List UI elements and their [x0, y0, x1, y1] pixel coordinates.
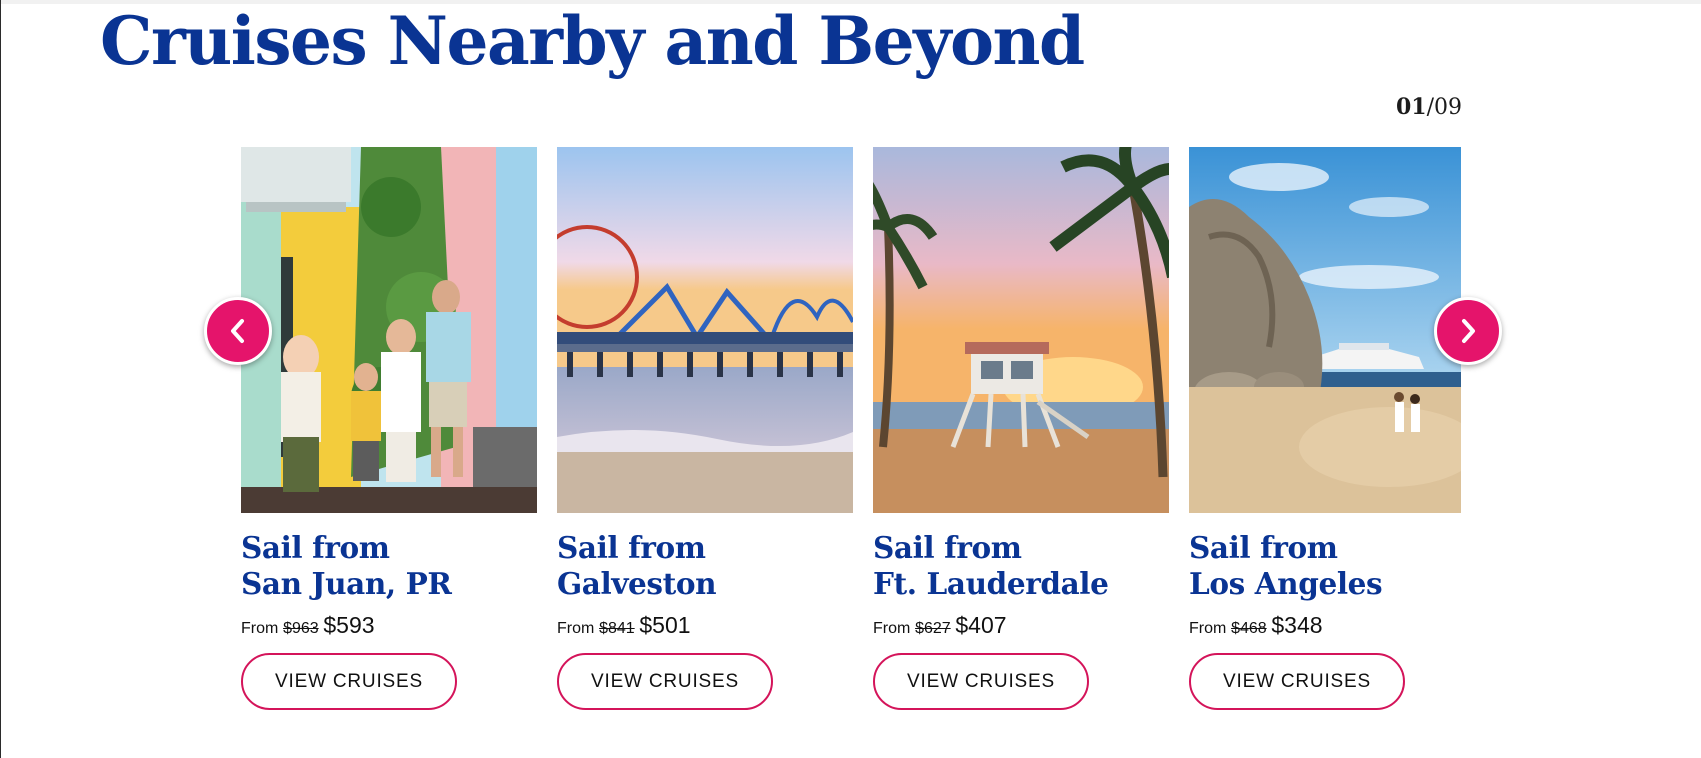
slide-counter-total: 09 [1434, 95, 1463, 120]
carousel-prev-button[interactable] [204, 297, 272, 365]
card-title-line1: Sail from [557, 530, 706, 565]
price-line: From $627 $407 [873, 612, 1169, 639]
view-cruises-button[interactable]: VIEW CRUISES [241, 653, 457, 710]
card-image-ft-lauderdale [873, 147, 1169, 513]
lifeguard-tower-sunset-photo[interactable] [873, 147, 1169, 513]
view-cruises-button[interactable]: VIEW CRUISES [873, 653, 1089, 710]
slide-counter: 01/09 [1396, 94, 1462, 120]
left-border [0, 0, 1, 758]
old-price: $627 [915, 620, 951, 637]
old-price: $963 [283, 620, 319, 637]
price-from-label: From [1189, 620, 1227, 637]
beach-rock-cruise-ship-photo[interactable] [1189, 147, 1461, 513]
card-title-line2: Ft. Lauderdale [873, 566, 1109, 601]
chevron-right-icon [1462, 319, 1475, 343]
card-title-line2: San Juan, PR [241, 566, 452, 601]
price-from-label: From [557, 620, 595, 637]
price-line: From $963 $593 [241, 612, 537, 639]
price-line: From $841 $501 [557, 612, 853, 639]
destination-card: Sail from Galveston From $841 $501 VIEW … [557, 147, 853, 710]
view-cruises-button[interactable]: VIEW CRUISES [557, 653, 773, 710]
destination-card: Sail from Ft. Lauderdale From $627 $407 … [873, 147, 1169, 710]
card-title: Sail from Ft. Lauderdale [873, 530, 1169, 602]
price-from-label: From [873, 620, 911, 637]
card-image-los-angeles [1189, 147, 1461, 513]
card-title-line1: Sail from [241, 530, 390, 565]
view-cruises-button[interactable]: VIEW CRUISES [1189, 653, 1405, 710]
page-title: Cruises Nearby and Beyond [100, 2, 1085, 80]
slide-counter-separator: / [1426, 95, 1435, 120]
destination-card: Sail from San Juan, PR From $963 $593 VI… [241, 147, 537, 710]
price-from-label: From [241, 620, 279, 637]
sale-price: $593 [323, 612, 375, 638]
slide-counter-current: 01 [1396, 94, 1427, 120]
card-title: Sail from Los Angeles [1189, 530, 1461, 602]
old-price: $841 [599, 620, 635, 637]
card-title-line2: Galveston [557, 566, 717, 601]
card-title-line1: Sail from [1189, 530, 1338, 565]
chevron-left-icon [231, 319, 244, 343]
old-price: $468 [1231, 620, 1267, 637]
card-image-san-juan [241, 147, 537, 513]
sale-price: $501 [639, 612, 691, 638]
sale-price: $348 [1271, 612, 1323, 638]
card-title-line1: Sail from [873, 530, 1022, 565]
price-line: From $468 $348 [1189, 612, 1461, 639]
destination-card: Sail from Los Angeles From $468 $348 VIE… [1189, 147, 1461, 710]
card-title-line2: Los Angeles [1189, 566, 1383, 601]
pier-amusement-park-photo[interactable] [557, 147, 853, 513]
card-title: Sail from Galveston [557, 530, 853, 602]
card-image-galveston [557, 147, 853, 513]
card-title: Sail from San Juan, PR [241, 530, 537, 602]
family-colorful-street-photo[interactable] [241, 147, 537, 513]
carousel-next-button[interactable] [1434, 297, 1502, 365]
sale-price: $407 [955, 612, 1007, 638]
